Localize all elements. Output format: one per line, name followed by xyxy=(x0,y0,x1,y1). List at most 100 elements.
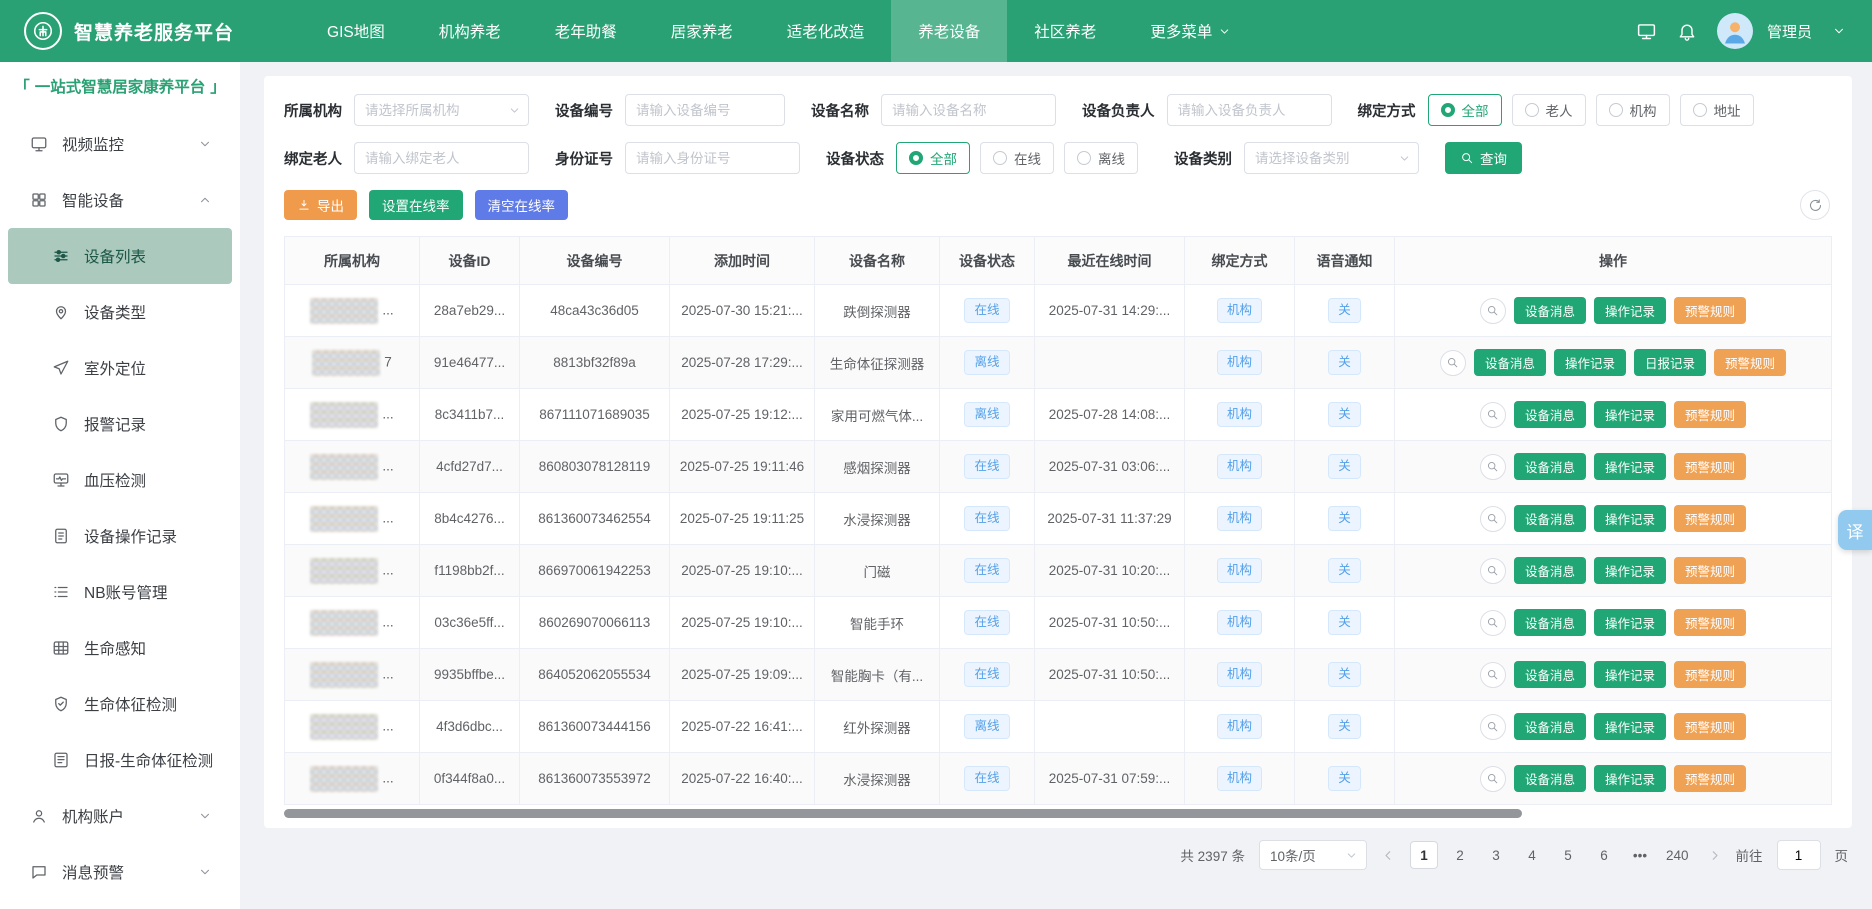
device-no-input[interactable] xyxy=(625,94,785,126)
device-type-select[interactable] xyxy=(1244,142,1419,174)
action-button-设备消息[interactable]: 设备消息 xyxy=(1473,349,1546,376)
row-search-icon[interactable] xyxy=(1479,765,1506,792)
goto-page-input[interactable] xyxy=(1776,840,1821,870)
sidebar-item-4[interactable]: 设备类型 xyxy=(0,284,240,340)
action-button-设备消息[interactable]: 设备消息 xyxy=(1513,297,1586,324)
radio-option-地址[interactable]: 地址 xyxy=(1679,94,1754,126)
action-button-操作记录[interactable]: 操作记录 xyxy=(1593,557,1666,584)
nav-item-7[interactable]: 社区养老 xyxy=(1007,0,1123,62)
action-button-操作记录[interactable]: 操作记录 xyxy=(1593,453,1666,480)
device-name-input[interactable] xyxy=(881,94,1056,126)
sidebar-item-11[interactable]: 生命体征检测 xyxy=(0,676,240,732)
set-online-rate-button[interactable]: 设置在线率 xyxy=(369,190,463,220)
page-button-3[interactable]: 3 xyxy=(1482,841,1510,869)
page-button-2[interactable]: 2 xyxy=(1446,841,1474,869)
action-button-预警规则[interactable]: 预警规则 xyxy=(1674,765,1747,792)
row-search-icon[interactable] xyxy=(1479,297,1506,324)
sidebar-item-10[interactable]: 生命感知 xyxy=(0,620,240,676)
next-page-button[interactable] xyxy=(1707,848,1722,863)
user-avatar[interactable] xyxy=(1716,13,1753,49)
action-button-操作记录[interactable]: 操作记录 xyxy=(1593,765,1666,792)
sidebar-item-14[interactable]: 消息预警 xyxy=(0,844,240,900)
action-button-预警规则[interactable]: 预警规则 xyxy=(1674,661,1747,688)
sidebar-item-2[interactable]: 智能设备 xyxy=(0,172,240,228)
search-button[interactable]: 查询 xyxy=(1445,142,1522,174)
row-search-icon[interactable] xyxy=(1479,609,1506,636)
sidebar-item-5[interactable]: 室外定位 xyxy=(0,340,240,396)
nav-item-8[interactable]: 更多菜单 xyxy=(1123,0,1258,62)
action-button-预警规则[interactable]: 预警规则 xyxy=(1674,453,1747,480)
radio-option-全部[interactable]: 全部 xyxy=(896,142,970,174)
org-select[interactable] xyxy=(354,94,529,126)
page-button-4[interactable]: 4 xyxy=(1518,841,1546,869)
export-button[interactable]: 导出 xyxy=(284,190,357,220)
action-button-预警规则[interactable]: 预警规则 xyxy=(1674,505,1747,532)
page-ellipsis[interactable]: ••• xyxy=(1626,841,1654,869)
sidebar-item-7[interactable]: 血压检测 xyxy=(0,452,240,508)
bind-elder-input[interactable] xyxy=(354,142,529,174)
action-button-预警规则[interactable]: 预警规则 xyxy=(1714,349,1787,376)
page-button-6[interactable]: 6 xyxy=(1590,841,1618,869)
page-button-5[interactable]: 5 xyxy=(1554,841,1582,869)
action-button-设备消息[interactable]: 设备消息 xyxy=(1513,609,1586,636)
action-button-日报记录[interactable]: 日报记录 xyxy=(1634,349,1707,376)
row-search-icon[interactable] xyxy=(1439,349,1466,376)
row-search-icon[interactable] xyxy=(1479,453,1506,480)
row-search-icon[interactable] xyxy=(1479,713,1506,740)
sidebar-item-3[interactable]: 设备列表 xyxy=(8,228,232,284)
action-button-预警规则[interactable]: 预警规则 xyxy=(1674,609,1747,636)
refresh-button[interactable] xyxy=(1800,190,1830,220)
action-button-操作记录[interactable]: 操作记录 xyxy=(1553,349,1626,376)
page-button-1[interactable]: 1 xyxy=(1409,841,1438,869)
nav-item-2[interactable]: 机构养老 xyxy=(412,0,528,62)
sidebar-item-8[interactable]: 设备操作记录 xyxy=(0,508,240,564)
id-card-input[interactable] xyxy=(625,142,800,174)
action-button-设备消息[interactable]: 设备消息 xyxy=(1513,557,1586,584)
page-button-240[interactable]: 240 xyxy=(1662,841,1693,869)
action-button-设备消息[interactable]: 设备消息 xyxy=(1513,765,1586,792)
user-menu-chevron-down-icon[interactable] xyxy=(1832,24,1846,38)
radio-option-离线[interactable]: 离线 xyxy=(1064,142,1138,174)
screen-cast-icon[interactable] xyxy=(1636,21,1657,42)
action-button-设备消息[interactable]: 设备消息 xyxy=(1513,453,1586,480)
page-size-select[interactable]: 10条/页 xyxy=(1258,840,1367,870)
radio-option-在线[interactable]: 在线 xyxy=(980,142,1054,174)
sidebar-item-13[interactable]: 机构账户 xyxy=(0,788,240,844)
row-search-icon[interactable] xyxy=(1479,557,1506,584)
action-button-操作记录[interactable]: 操作记录 xyxy=(1593,661,1666,688)
nav-item-3[interactable]: 老年助餐 xyxy=(528,0,644,62)
sidebar-item-1[interactable]: 视频监控 xyxy=(0,116,240,172)
action-button-设备消息[interactable]: 设备消息 xyxy=(1513,713,1586,740)
action-button-预警规则[interactable]: 预警规则 xyxy=(1674,557,1747,584)
device-owner-input[interactable] xyxy=(1166,94,1332,126)
sidebar-item-12[interactable]: 日报-生命体征检测 xyxy=(0,732,240,788)
bell-icon[interactable] xyxy=(1677,21,1697,41)
action-button-预警规则[interactable]: 预警规则 xyxy=(1674,713,1747,740)
scrollbar-thumb[interactable] xyxy=(284,809,1523,818)
row-search-icon[interactable] xyxy=(1479,505,1506,532)
action-button-预警规则[interactable]: 预警规则 xyxy=(1674,401,1747,428)
action-button-操作记录[interactable]: 操作记录 xyxy=(1593,297,1666,324)
action-button-设备消息[interactable]: 设备消息 xyxy=(1513,505,1586,532)
row-search-icon[interactable] xyxy=(1479,661,1506,688)
action-button-操作记录[interactable]: 操作记录 xyxy=(1593,401,1666,428)
nav-item-6[interactable]: 养老设备 xyxy=(891,0,1008,62)
sidebar-item-6[interactable]: 报警记录 xyxy=(0,396,240,452)
action-button-操作记录[interactable]: 操作记录 xyxy=(1593,609,1666,636)
radio-option-机构[interactable]: 机构 xyxy=(1595,94,1670,126)
prev-page-button[interactable] xyxy=(1381,848,1396,863)
action-button-操作记录[interactable]: 操作记录 xyxy=(1593,713,1666,740)
clear-online-rate-button[interactable]: 清空在线率 xyxy=(474,190,568,220)
sidebar-item-9[interactable]: NB账号管理 xyxy=(0,564,240,620)
nav-item-5[interactable]: 适老化改造 xyxy=(760,0,892,62)
radio-option-老人[interactable]: 老人 xyxy=(1511,94,1586,126)
radio-option-全部[interactable]: 全部 xyxy=(1427,94,1502,126)
translate-button[interactable]: 译 xyxy=(1838,510,1872,550)
row-search-icon[interactable] xyxy=(1479,401,1506,428)
action-button-预警规则[interactable]: 预警规则 xyxy=(1674,297,1747,324)
action-button-设备消息[interactable]: 设备消息 xyxy=(1513,661,1586,688)
action-button-操作记录[interactable]: 操作记录 xyxy=(1593,505,1666,532)
action-button-设备消息[interactable]: 设备消息 xyxy=(1513,401,1586,428)
horizontal-scrollbar[interactable] xyxy=(284,809,1832,818)
nav-item-1[interactable]: GIS地图 xyxy=(300,0,412,62)
